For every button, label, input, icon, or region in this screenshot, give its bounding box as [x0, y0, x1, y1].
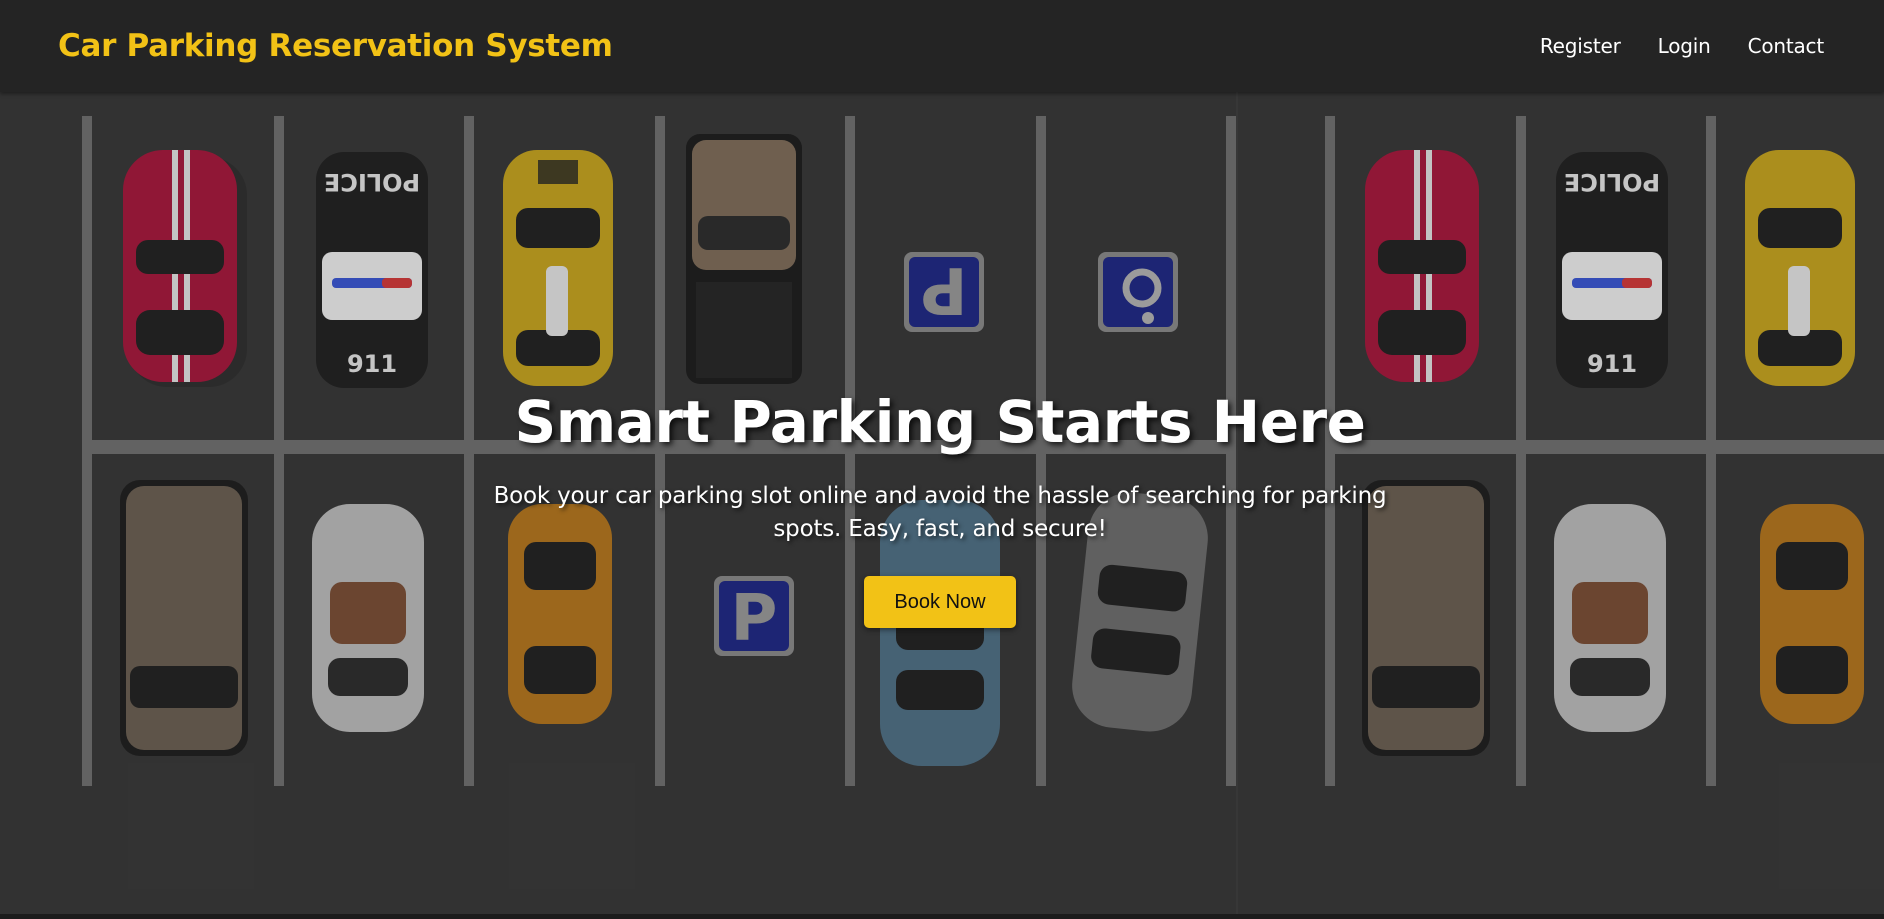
hero-section: POLICE 911 P POLICE 911 P Smart Parking …: [0, 92, 1884, 914]
hero-subtitle: Book your car parking slot online and av…: [493, 483, 1387, 542]
navbar: Car Parking Reservation System Register …: [0, 0, 1884, 92]
nav-contact-link[interactable]: Contact: [1748, 34, 1825, 58]
brand-logo[interactable]: Car Parking Reservation System: [58, 28, 613, 64]
nav-links: Register Login Contact: [1540, 34, 1826, 58]
nav-register-link[interactable]: Register: [1540, 34, 1621, 58]
nav-login-link[interactable]: Login: [1658, 34, 1711, 58]
hero-title: Smart Parking Starts Here: [514, 388, 1366, 456]
book-now-button[interactable]: Book Now: [864, 576, 1016, 628]
page-bottom-edge: [0, 914, 1884, 919]
